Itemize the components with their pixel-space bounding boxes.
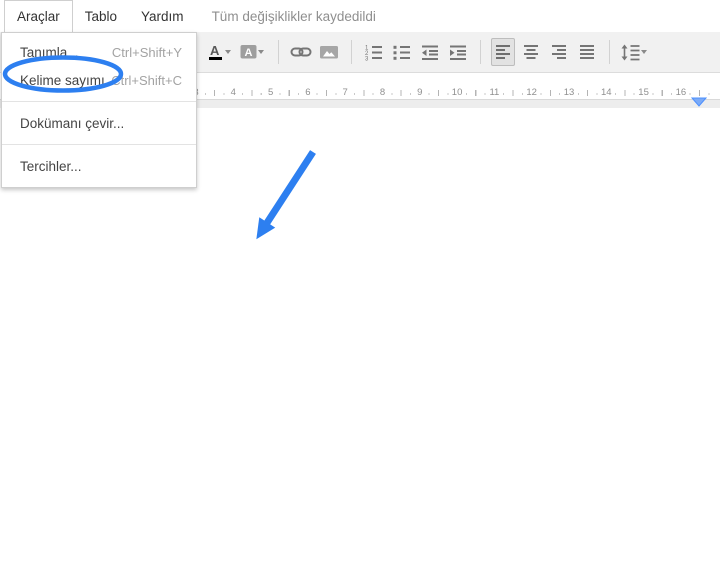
menu-tools[interactable]: Araçlar [4,0,73,32]
ruler-number: 11 [487,87,502,98]
align-right-icon [551,44,567,60]
align-right-button[interactable] [547,38,571,66]
ruler-number: 12 [524,87,539,98]
align-left-button[interactable] [491,38,515,66]
text-color-icon: A [207,43,224,61]
ruler-number: 5 [265,87,276,98]
ruler-number: 6 [303,87,313,98]
toolbar-separator [480,40,481,64]
chevron-down-icon [641,50,647,54]
highlight-color-button[interactable]: A [239,38,268,66]
insert-link-button[interactable] [289,38,313,66]
numbered-list-button[interactable]: 123 [362,38,386,66]
toolbar-separator [609,40,610,64]
justify-button[interactable] [575,38,599,66]
insert-image-icon [319,44,339,60]
menu-item-preferences[interactable]: Tercihler... [2,152,196,180]
menu-item-shortcut: Ctrl+Shift+C [111,72,182,88]
chevron-down-icon [258,50,264,54]
menu-item-label: Kelime sayımı [20,72,105,88]
right-indent-marker[interactable] [690,94,708,112]
ruler-number: 13 [561,87,577,98]
chevron-down-icon [225,50,231,54]
menu-item-translate-document[interactable]: Dokümanı çevir... [2,109,196,137]
decrease-indent-icon [421,44,439,61]
menu-item-define[interactable]: Tanımla... Ctrl+Shift+Y [2,38,196,66]
menu-item-label: Tanımla... [20,44,79,60]
menu-item-word-count[interactable]: Kelime sayımı Ctrl+Shift+C [2,66,196,94]
highlight-color-icon: A [240,44,257,60]
svg-text:3: 3 [365,56,369,61]
menu-item-label: Dokümanı çevir... [20,115,125,131]
toolbar-separator [278,40,279,64]
tools-menu-dropdown: Tanımla... Ctrl+Shift+Y Kelime sayımı Ct… [1,32,197,188]
justify-icon [579,44,595,60]
increase-indent-icon [449,44,467,61]
numbered-list-icon: 123 [365,44,383,61]
increase-indent-button[interactable] [446,38,470,66]
svg-text:A: A [245,47,253,59]
insert-image-button[interactable] [317,38,341,66]
line-spacing-button[interactable] [620,38,651,66]
menu-item-label: Tercihler... [20,158,82,174]
menu-separator [2,144,196,145]
ruler-number: 8 [377,87,388,98]
menu-bar: Araçlar Tablo Yardım Tüm değişiklikler k… [0,0,720,32]
bulleted-list-icon [393,44,411,61]
line-spacing-icon [621,44,640,61]
ruler-number: 9 [415,87,425,98]
menu-separator [2,101,196,102]
ruler-number: 16 [673,87,689,98]
menu-item-shortcut: Ctrl+Shift+Y [111,44,182,60]
decrease-indent-button[interactable] [418,38,442,66]
save-status: Tüm değişiklikler kaydedildi [211,8,376,24]
bulleted-list-button[interactable] [390,38,414,66]
ruler-number: 10 [449,87,465,98]
ruler-number: 4 [228,87,238,98]
text-color-button[interactable]: A [206,38,235,66]
toolbar-separator [351,40,352,64]
align-left-icon [495,44,511,60]
align-center-icon [523,44,539,60]
link-icon [290,45,312,59]
align-center-button[interactable] [519,38,543,66]
menu-help[interactable]: Yardım [129,0,196,32]
ruler-number: 14 [599,87,614,98]
svg-text:A: A [210,43,220,58]
ruler-number: 7 [340,87,350,98]
menu-table[interactable]: Tablo [73,0,129,32]
ruler-number: 15 [636,87,651,98]
